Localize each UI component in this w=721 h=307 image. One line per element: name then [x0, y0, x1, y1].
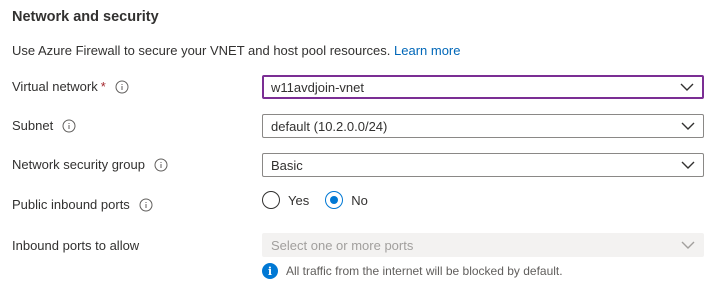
info-note: i All traffic from the internet will be …: [262, 263, 563, 279]
chevron-down-icon: [681, 241, 695, 249]
virtual-network-label: Virtual network: [12, 79, 98, 94]
section-title: Network and security: [12, 9, 159, 25]
public-inbound-radio-group: Yes No: [262, 191, 384, 209]
subnet-dropdown[interactable]: default (10.2.0.0/24): [262, 114, 704, 138]
nsg-label-row: Network security group: [12, 157, 168, 172]
inbound-ports-label-row: Inbound ports to allow: [12, 238, 139, 253]
info-icon[interactable]: [62, 119, 76, 133]
info-icon[interactable]: [154, 158, 168, 172]
inbound-ports-placeholder: Select one or more ports: [271, 237, 414, 253]
radio-no[interactable]: [325, 191, 344, 209]
subnet-value: default (10.2.0.0/24): [271, 118, 388, 134]
nsg-label: Network security group: [12, 157, 145, 172]
section-description: Use Azure Firewall to secure your VNET a…: [12, 43, 461, 58]
nsg-value: Basic: [271, 157, 303, 173]
virtual-network-value: w11avdjoin-vnet: [271, 79, 364, 95]
subnet-label-row: Subnet: [12, 118, 76, 133]
virtual-network-dropdown[interactable]: w11avdjoin-vnet: [262, 75, 704, 99]
info-icon[interactable]: [115, 80, 129, 94]
virtual-network-label-row: Virtual network *: [12, 79, 129, 94]
info-filled-icon: i: [262, 263, 278, 279]
info-icon[interactable]: [139, 198, 153, 212]
public-inbound-label: Public inbound ports: [12, 197, 130, 212]
nsg-dropdown[interactable]: Basic: [262, 153, 704, 177]
chevron-down-icon: [681, 122, 695, 130]
public-inbound-label-row: Public inbound ports: [12, 197, 153, 212]
required-asterisk: *: [100, 79, 106, 94]
chevron-down-icon: [680, 83, 694, 91]
radio-yes-label[interactable]: Yes: [288, 193, 309, 208]
subnet-label: Subnet: [12, 118, 54, 133]
inbound-ports-label: Inbound ports to allow: [12, 238, 140, 253]
radio-no-label[interactable]: No: [351, 193, 368, 208]
radio-yes[interactable]: [262, 191, 280, 209]
description-text: Use Azure Firewall to secure your VNET a…: [12, 43, 391, 58]
chevron-down-icon: [681, 161, 695, 169]
learn-more-link[interactable]: Learn more: [394, 43, 460, 58]
info-note-text: All traffic from the internet will be bl…: [286, 264, 563, 278]
inbound-ports-dropdown[interactable]: Select one or more ports: [262, 233, 704, 257]
